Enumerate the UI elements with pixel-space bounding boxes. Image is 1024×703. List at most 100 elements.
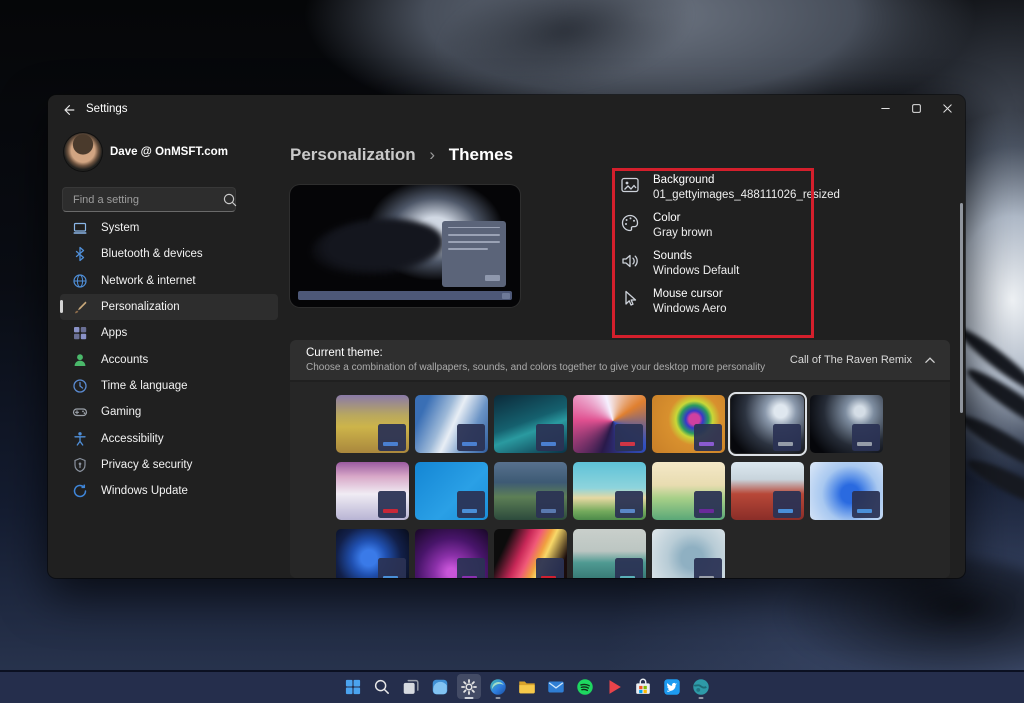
tile-accent-button <box>541 509 556 514</box>
taskbar-button-widgets[interactable] <box>428 674 452 699</box>
theme-tile-psychedelic-circle[interactable] <box>652 395 725 453</box>
taskbar-button-twitter[interactable] <box>660 674 684 699</box>
sidebar-item-label: Accessibility <box>101 433 164 445</box>
theme-tile-snowy-mountain-illustration[interactable] <box>336 462 409 520</box>
theme-tile-call-of-the-raven-dark[interactable] <box>810 395 883 453</box>
taskbar-button-edge[interactable] <box>486 674 510 699</box>
tile-mock-window <box>378 558 406 578</box>
taskbar-button-task-view[interactable] <box>399 674 423 699</box>
search-input[interactable] <box>63 194 221 206</box>
close-button[interactable] <box>932 95 963 122</box>
window-controls <box>870 95 963 122</box>
tile-mock-window <box>536 491 564 518</box>
avatar[interactable] <box>64 133 102 171</box>
tile-mock-window <box>773 424 801 451</box>
back-arrow-icon <box>62 103 76 117</box>
preview-mock-button <box>485 275 500 281</box>
sidebar-nav: SystemBluetooth & devices Network & inter… <box>60 215 278 504</box>
taskbar-button-spotify[interactable] <box>573 674 597 699</box>
sidebar-item-network-internet[interactable]: Network & internet <box>60 268 278 294</box>
scrollbar[interactable] <box>960 203 963 413</box>
sidebar-item-personalization[interactable]: Personalization <box>60 294 278 320</box>
sidebar-item-gaming[interactable]: Gaming <box>60 399 278 425</box>
tile-accent-button <box>778 509 793 514</box>
theme-detail-background: Background01_gettyimages_488111026_resiz… <box>620 173 855 202</box>
theme-tile-bloom-soft-light[interactable] <box>652 529 725 578</box>
sidebar-item-privacy-security[interactable]: Privacy & security <box>60 452 278 478</box>
theme-tile-bloom-light[interactable] <box>810 462 883 520</box>
task-view-icon <box>401 677 421 697</box>
theme-tile-tuscany-landscape[interactable] <box>336 395 409 453</box>
current-theme-label: Current theme: <box>306 347 383 359</box>
globe-icon <box>691 677 711 697</box>
theme-tile-abstract-flower[interactable] <box>494 529 567 578</box>
maximize-icon <box>911 103 922 114</box>
start-icon <box>343 677 363 697</box>
privacy-icon <box>72 457 88 473</box>
theme-detail-sounds: SoundsWindows Default <box>620 249 855 278</box>
taskbar-button-search[interactable] <box>370 674 394 699</box>
titlebar[interactable]: Settings <box>48 95 965 125</box>
theme-tile-sunny-illustration[interactable] <box>652 462 725 520</box>
settings-window: Settings Dave @ OnMSFT.com SystemBluetoo… <box>48 95 965 578</box>
taskbar-button-globe[interactable] <box>689 674 713 699</box>
sidebar-item-label: Gaming <box>101 406 141 418</box>
sidebar-item-bluetooth-devices[interactable]: Bluetooth & devices <box>60 241 278 267</box>
tile-mock-window <box>852 491 880 518</box>
accessibility-icon <box>72 431 88 447</box>
time-icon <box>72 378 88 394</box>
tile-accent-button <box>857 509 872 514</box>
search-box[interactable] <box>62 187 236 212</box>
sidebar-item-apps[interactable]: Apps <box>60 320 278 346</box>
detail-value: Windows Aero <box>653 302 727 317</box>
taskbar-icons <box>341 674 713 699</box>
taskbar-button-media-player[interactable] <box>602 674 626 699</box>
theme-tile-beach-illustration[interactable] <box>573 462 646 520</box>
taskbar-button-mail[interactable] <box>544 674 568 699</box>
theme-tile-blue-architecture[interactable] <box>415 395 488 453</box>
sidebar-item-accounts[interactable]: Accounts <box>60 346 278 372</box>
tile-mock-window <box>615 558 643 578</box>
widgets-icon <box>430 677 450 697</box>
sidebar-item-label: Personalization <box>101 301 180 313</box>
theme-tile-purple-glow[interactable] <box>415 529 488 578</box>
tile-accent-button <box>383 442 398 447</box>
theme-tile-bloom-dark[interactable] <box>336 529 409 578</box>
apps-icon <box>72 325 88 341</box>
back-button[interactable] <box>59 100 79 120</box>
theme-tile-windows-blue[interactable] <box>415 462 488 520</box>
sidebar-item-system[interactable]: System <box>60 215 278 241</box>
theme-tile-red-flower-field[interactable] <box>731 462 804 520</box>
tile-accent-button <box>462 442 477 447</box>
tile-mock-window <box>536 424 564 451</box>
tile-accent-button <box>462 576 477 579</box>
minimize-button[interactable] <box>870 95 901 122</box>
theme-tile-call-of-the-raven[interactable] <box>731 395 804 453</box>
theme-tile-mountain-illustration[interactable] <box>494 462 567 520</box>
sidebar-item-label: Time & language <box>101 380 188 392</box>
twitter-icon <box>662 677 682 697</box>
tile-mock-window <box>536 558 564 578</box>
minimize-icon <box>880 103 891 114</box>
maximize-button[interactable] <box>901 95 932 122</box>
taskbar-button-start[interactable] <box>341 674 365 699</box>
sidebar-item-label: Privacy & security <box>101 459 192 471</box>
theme-tile-teal-landscape[interactable] <box>573 529 646 578</box>
sidebar-item-windows-update[interactable]: Windows Update <box>60 478 278 504</box>
sidebar-item-label: Network & internet <box>101 275 196 287</box>
sidebar-item-time-language[interactable]: Time & language <box>60 373 278 399</box>
sidebar-item-accessibility[interactable]: Accessibility <box>60 425 278 451</box>
tile-mock-window <box>378 424 406 451</box>
taskbar-button-file-explorer[interactable] <box>515 674 539 699</box>
theme-details-list: Background01_gettyimages_488111026_resiz… <box>620 173 855 316</box>
taskbar-button-settings[interactable] <box>457 674 481 699</box>
theme-tile-aurora[interactable] <box>494 395 567 453</box>
tile-accent-button <box>620 576 635 579</box>
taskbar-button-store[interactable] <box>631 674 655 699</box>
tile-accent-button <box>699 442 714 447</box>
chevron-up-icon[interactable] <box>924 355 936 365</box>
theme-tile-light-prism[interactable] <box>573 395 646 453</box>
current-theme-name: Call of The Raven Remix <box>790 354 912 366</box>
breadcrumb-parent[interactable]: Personalization <box>290 145 416 164</box>
current-theme-expander[interactable]: Current theme: Choose a combination of w… <box>290 340 950 380</box>
